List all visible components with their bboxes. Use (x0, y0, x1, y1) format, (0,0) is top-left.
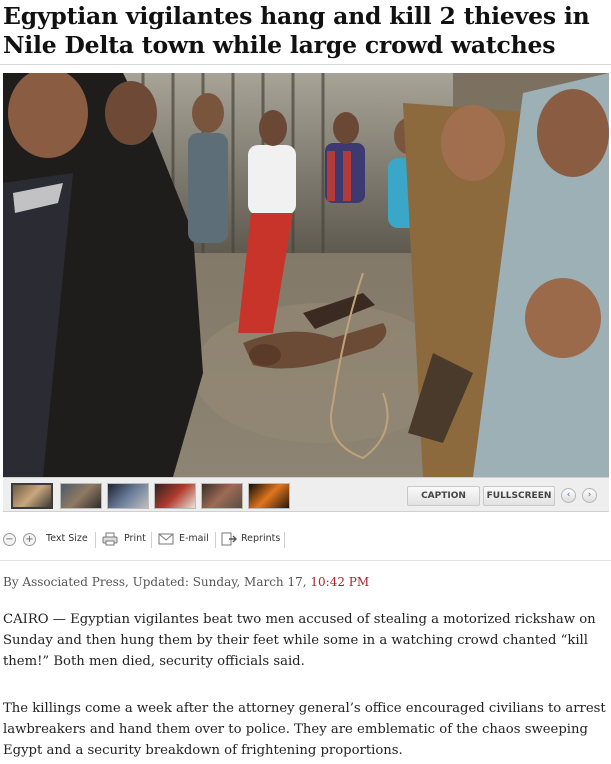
chevron-left-icon[interactable]: ‹ (561, 488, 576, 503)
reprints-icon[interactable] (221, 532, 237, 546)
divider (151, 532, 152, 548)
reprints-link[interactable]: Reprints (241, 531, 280, 547)
gallery-thumbnail[interactable] (201, 483, 243, 509)
envelope-icon[interactable] (158, 532, 174, 546)
fullscreen-button[interactable]: FULLSCREEN (483, 486, 555, 506)
gallery-thumbnail[interactable] (60, 483, 102, 509)
gallery-thumbnail[interactable] (248, 483, 290, 509)
updated-time: 10:42 PM (310, 575, 370, 589)
print-link[interactable]: Print (124, 531, 146, 547)
gallery-strip: CAPTION FULLSCREEN ‹ › (3, 477, 609, 512)
minus-icon[interactable]: − (3, 533, 16, 546)
caption-button[interactable]: CAPTION (407, 486, 480, 506)
printer-icon[interactable] (102, 532, 118, 546)
chevron-right-icon[interactable]: › (582, 488, 597, 503)
plus-icon[interactable]: + (23, 533, 36, 546)
email-link[interactable]: E-mail (179, 531, 209, 547)
divider (95, 532, 96, 548)
byline: By Associated Press, Updated: Sunday, Ma… (3, 575, 369, 589)
text-size-label: Text Size (46, 533, 88, 544)
divider (215, 532, 216, 548)
article-paragraph: CAIRO — Egyptian vigilantes beat two men… (3, 612, 596, 669)
main-photo[interactable] (3, 73, 609, 477)
article-tools: − + Text Size Print E-mail Reprints (3, 528, 303, 550)
article-paragraph: The killings come a week after the attor… (3, 701, 606, 758)
byline-prefix: By Associated Press, Updated: Sunday, Ma… (3, 575, 311, 589)
gallery-thumbnail[interactable] (107, 483, 149, 509)
divider (0, 560, 611, 561)
gallery-thumbnail[interactable] (11, 483, 53, 509)
divider (0, 64, 611, 65)
article-headline: Egyptian vigilantes hang and kill 2 thie… (3, 2, 590, 59)
gallery-thumbnail[interactable] (154, 483, 196, 509)
divider (284, 532, 285, 548)
